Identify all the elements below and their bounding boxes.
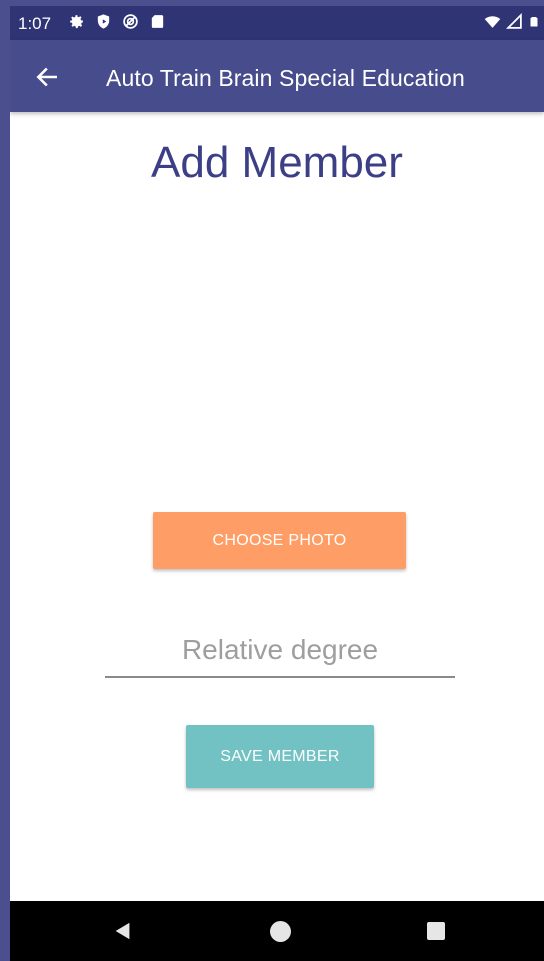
settings-icon — [70, 15, 83, 29]
status-bar: 1:07 — [10, 6, 544, 40]
relative-degree-field — [105, 626, 455, 678]
screen: 1:07 Auto Train Brain Special Education … — [10, 6, 544, 961]
relative-degree-input[interactable] — [105, 626, 455, 674]
navigation-bar — [10, 901, 544, 961]
app-title: Auto Train Brain Special Education — [106, 65, 465, 91]
choose-photo-button[interactable]: CHOOSE PHOTO — [153, 512, 406, 569]
page-title: Add Member — [151, 138, 403, 187]
status-time: 1:07 — [18, 14, 52, 33]
nav-back-icon[interactable] — [112, 920, 134, 942]
signal-icon — [506, 13, 522, 29]
status-icons-left — [68, 13, 166, 30]
save-member-button[interactable]: SAVE MEMBER — [186, 725, 374, 788]
app-bar: Auto Train Brain Special Education — [10, 40, 544, 112]
nav-recents-icon[interactable] — [427, 922, 445, 940]
arrow-back-icon[interactable] — [34, 64, 60, 90]
device-frame: 1:07 Auto Train Brain Special Education … — [0, 0, 544, 961]
shield-icon — [97, 14, 110, 29]
status-icons-right — [484, 13, 540, 30]
vpn-icon — [123, 14, 138, 29]
sd-card-icon — [151, 15, 164, 28]
wifi-icon — [484, 16, 501, 28]
nav-home-icon[interactable] — [270, 921, 291, 942]
battery-icon — [530, 17, 538, 27]
